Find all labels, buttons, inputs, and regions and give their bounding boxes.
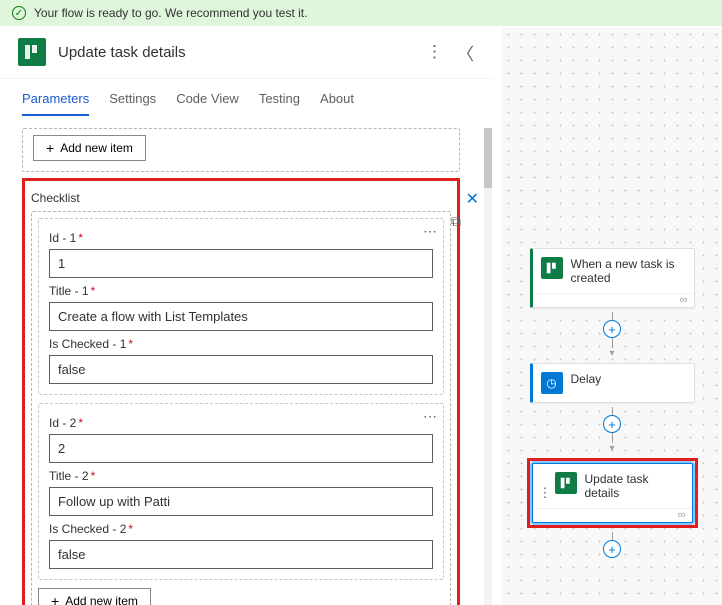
node-footer: ∞ (533, 293, 694, 307)
planner-icon (541, 257, 563, 279)
add-step-button[interactable]: + (603, 415, 621, 433)
scrollbar-thumb[interactable] (484, 128, 492, 188)
add-item-button-top[interactable]: Add new item (33, 135, 146, 161)
tab-settings[interactable]: Settings (109, 87, 156, 116)
tab-testing[interactable]: Testing (259, 87, 300, 116)
tab-about[interactable]: About (320, 87, 354, 116)
scrollbar[interactable] (484, 128, 492, 605)
flow-node-update[interactable]: ⋮ Update task details ∞ (532, 463, 693, 523)
flow-node-delay[interactable]: ◷ Delay (530, 363, 695, 403)
node-title: When a new task is created (571, 257, 686, 285)
tab-parameters[interactable]: Parameters (22, 87, 89, 116)
item-menu-icon[interactable]: ⋯ (423, 223, 437, 240)
selected-node-highlight: ⋮ Update task details ∞ (527, 458, 698, 528)
id-input[interactable] (49, 249, 433, 278)
ischecked-label: Is Checked - 2* (49, 522, 433, 536)
title-input[interactable] (49, 487, 433, 516)
item-menu-icon[interactable]: ⋯ (423, 408, 437, 425)
id-label: Id - 1* (49, 231, 433, 245)
id-input[interactable] (49, 434, 433, 463)
node-menu-icon[interactable]: ⋮ (539, 485, 552, 501)
panel-header: Update task details ⋮ 〈 (0, 28, 492, 79)
checklist-item: ⋯ ⧉ Id - 1* Title - 1* Is Checked - 1* (38, 218, 444, 395)
title-label: Title - 2* (49, 469, 433, 483)
prev-section: Add new item (22, 128, 460, 172)
left-panel: Update task details ⋮ 〈 Parameters Setti… (0, 28, 492, 605)
checklist-container: ⋯ ⧉ Id - 1* Title - 1* Is Checked - 1* ⋯… (31, 211, 451, 605)
check-circle-icon: ✓ (12, 6, 26, 20)
checklist-item: ⋯ Id - 2* Title - 2* Is Checked - 2* (38, 403, 444, 580)
title-input[interactable] (49, 302, 433, 331)
ischecked-input[interactable] (49, 355, 433, 384)
id-label: Id - 2* (49, 416, 433, 430)
template-icon[interactable]: ⧉ (451, 213, 461, 230)
checklist-highlight: Checklist ✕ ⋯ ⧉ Id - 1* Title - 1* Is Ch… (22, 178, 460, 605)
tab-codeview[interactable]: Code View (176, 87, 239, 116)
flow-node-trigger[interactable]: When a new task is created ∞ (530, 248, 695, 308)
notification-bar: ✓ Your flow is ready to go. We recommend… (0, 0, 722, 26)
collapse-icon[interactable]: 〈 (457, 40, 474, 65)
node-footer: ∞ (533, 508, 692, 522)
notification-text: Your flow is ready to go. We recommend y… (34, 6, 307, 20)
ischecked-label: Is Checked - 1* (49, 337, 433, 351)
node-title: Delay (571, 372, 602, 386)
form-area: Add new item Checklist ✕ ⋯ ⧉ Id - 1* Tit… (0, 128, 482, 605)
panel-title: Update task details (58, 44, 186, 61)
close-icon[interactable]: ✕ (466, 189, 479, 209)
planner-icon (18, 38, 46, 66)
title-label: Title - 1* (49, 284, 433, 298)
checklist-label: Checklist (31, 191, 451, 205)
flow-canvas: When a new task is created ∞ +▾ ◷ Delay … (502, 28, 722, 605)
tab-bar: Parameters Settings Code View Testing Ab… (0, 79, 492, 116)
add-step-button[interactable]: + (603, 320, 621, 338)
planner-icon (555, 472, 577, 494)
node-title: Update task details (585, 472, 684, 500)
clock-icon: ◷ (541, 372, 563, 394)
ischecked-input[interactable] (49, 540, 433, 569)
more-icon[interactable]: ⋮ (426, 42, 443, 62)
add-step-button[interactable]: + (603, 540, 621, 558)
add-item-button[interactable]: Add new item (38, 588, 151, 605)
